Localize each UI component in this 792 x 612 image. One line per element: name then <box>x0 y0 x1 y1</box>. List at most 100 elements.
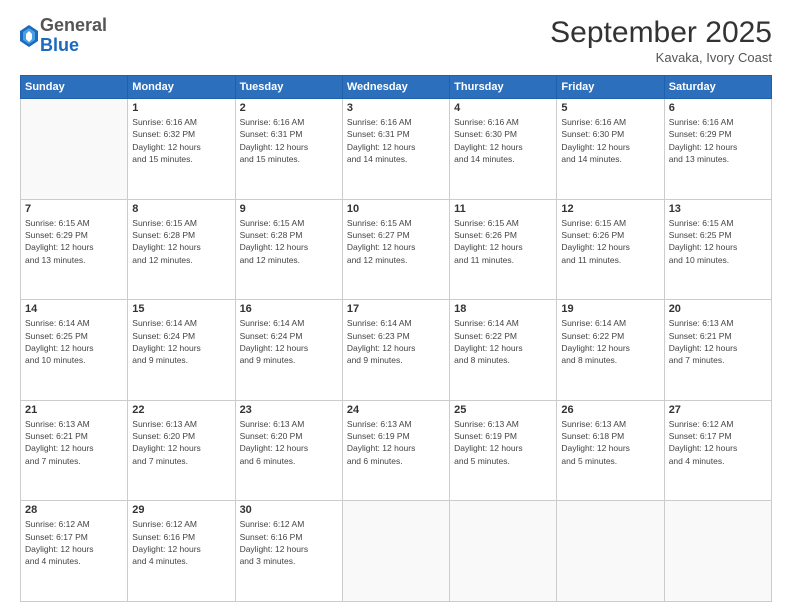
location: Kavaka, Ivory Coast <box>550 50 772 65</box>
calendar-cell <box>557 501 664 602</box>
calendar-cell: 2 Sunrise: 6:16 AM Sunset: 6:31 PM Daylig… <box>235 99 342 200</box>
calendar-cell: 30 Sunrise: 6:12 AM Sunset: 6:16 PM Dayli… <box>235 501 342 602</box>
calendar-cell: 21 Sunrise: 6:13 AM Sunset: 6:21 PM Dayli… <box>21 400 128 501</box>
calendar-cell: 12 Sunrise: 6:15 AM Sunset: 6:26 PM Dayli… <box>557 199 664 300</box>
day-info: Sunrise: 6:13 AM Sunset: 6:20 PM Dayligh… <box>240 418 338 467</box>
calendar-week-1: 1 Sunrise: 6:16 AM Sunset: 6:32 PM Daylig… <box>21 99 772 200</box>
calendar-header-monday: Monday <box>128 76 235 99</box>
logo-blue-text: Blue <box>40 35 79 55</box>
calendar-cell <box>21 99 128 200</box>
day-info: Sunrise: 6:13 AM Sunset: 6:20 PM Dayligh… <box>132 418 230 467</box>
calendar-cell <box>342 501 449 602</box>
day-number: 20 <box>669 303 767 315</box>
day-info: Sunrise: 6:15 AM Sunset: 6:27 PM Dayligh… <box>347 217 445 266</box>
day-number: 13 <box>669 203 767 215</box>
calendar-cell: 24 Sunrise: 6:13 AM Sunset: 6:19 PM Dayli… <box>342 400 449 501</box>
calendar-cell: 3 Sunrise: 6:16 AM Sunset: 6:31 PM Daylig… <box>342 99 449 200</box>
day-info: Sunrise: 6:14 AM Sunset: 6:24 PM Dayligh… <box>132 317 230 366</box>
day-number: 30 <box>240 504 338 516</box>
calendar-cell: 15 Sunrise: 6:14 AM Sunset: 6:24 PM Dayli… <box>128 300 235 401</box>
day-number: 16 <box>240 303 338 315</box>
logo-general-text: General <box>40 15 107 35</box>
day-number: 23 <box>240 404 338 416</box>
day-number: 15 <box>132 303 230 315</box>
day-number: 11 <box>454 203 552 215</box>
day-info: Sunrise: 6:14 AM Sunset: 6:24 PM Dayligh… <box>240 317 338 366</box>
calendar-cell: 1 Sunrise: 6:16 AM Sunset: 6:32 PM Daylig… <box>128 99 235 200</box>
day-info: Sunrise: 6:12 AM Sunset: 6:16 PM Dayligh… <box>240 518 338 567</box>
calendar-header-friday: Friday <box>557 76 664 99</box>
calendar-header-row: SundayMondayTuesdayWednesdayThursdayFrid… <box>21 76 772 99</box>
day-number: 1 <box>132 102 230 114</box>
day-info: Sunrise: 6:12 AM Sunset: 6:16 PM Dayligh… <box>132 518 230 567</box>
day-number: 6 <box>669 102 767 114</box>
calendar-table: SundayMondayTuesdayWednesdayThursdayFrid… <box>20 75 772 602</box>
calendar-cell: 18 Sunrise: 6:14 AM Sunset: 6:22 PM Dayli… <box>450 300 557 401</box>
calendar-cell: 17 Sunrise: 6:14 AM Sunset: 6:23 PM Dayli… <box>342 300 449 401</box>
calendar-cell: 25Sunrise: 6:13 AM Sunset: 6:19 PM Dayli… <box>450 400 557 501</box>
day-number: 19 <box>561 303 659 315</box>
day-info: Sunrise: 6:13 AM Sunset: 6:19 PM Dayligh… <box>347 418 445 467</box>
day-info: Sunrise: 6:14 AM Sunset: 6:22 PM Dayligh… <box>561 317 659 366</box>
day-info: Sunrise: 6:16 AM Sunset: 6:30 PM Dayligh… <box>561 116 659 165</box>
day-number: 5 <box>561 102 659 114</box>
day-number: 25 <box>454 404 552 416</box>
calendar-header-saturday: Saturday <box>664 76 771 99</box>
title-block: September 2025 Kavaka, Ivory Coast <box>550 16 772 65</box>
page: General Blue September 2025 Kavaka, Ivor… <box>0 0 792 612</box>
day-number: 9 <box>240 203 338 215</box>
logo-icon <box>20 25 38 47</box>
calendar-cell <box>664 501 771 602</box>
day-number: 27 <box>669 404 767 416</box>
day-info: Sunrise: 6:16 AM Sunset: 6:31 PM Dayligh… <box>347 116 445 165</box>
calendar-header-wednesday: Wednesday <box>342 76 449 99</box>
day-info: Sunrise: 6:12 AM Sunset: 6:17 PM Dayligh… <box>25 518 123 567</box>
calendar-cell: 8Sunrise: 6:15 AM Sunset: 6:28 PM Daylig… <box>128 199 235 300</box>
day-number: 8 <box>132 203 230 215</box>
header: General Blue September 2025 Kavaka, Ivor… <box>20 16 772 65</box>
day-info: Sunrise: 6:14 AM Sunset: 6:25 PM Dayligh… <box>25 317 123 366</box>
day-number: 7 <box>25 203 123 215</box>
day-number: 24 <box>347 404 445 416</box>
day-info: Sunrise: 6:14 AM Sunset: 6:23 PM Dayligh… <box>347 317 445 366</box>
calendar-week-5: 28 Sunrise: 6:12 AM Sunset: 6:17 PM Dayli… <box>21 501 772 602</box>
day-info: Sunrise: 6:15 AM Sunset: 6:28 PM Dayligh… <box>240 217 338 266</box>
calendar-cell: 4Sunrise: 6:16 AM Sunset: 6:30 PM Daylig… <box>450 99 557 200</box>
logo-text: General Blue <box>40 16 107 56</box>
calendar-header-tuesday: Tuesday <box>235 76 342 99</box>
calendar-cell: 26Sunrise: 6:13 AM Sunset: 6:18 PM Dayli… <box>557 400 664 501</box>
calendar-cell: 6Sunrise: 6:16 AM Sunset: 6:29 PM Daylig… <box>664 99 771 200</box>
day-info: Sunrise: 6:13 AM Sunset: 6:21 PM Dayligh… <box>25 418 123 467</box>
calendar-cell: 23 Sunrise: 6:13 AM Sunset: 6:20 PM Dayli… <box>235 400 342 501</box>
calendar-week-4: 21 Sunrise: 6:13 AM Sunset: 6:21 PM Dayli… <box>21 400 772 501</box>
day-info: Sunrise: 6:14 AM Sunset: 6:22 PM Dayligh… <box>454 317 552 366</box>
calendar-cell: 7Sunrise: 6:15 AM Sunset: 6:29 PM Daylig… <box>21 199 128 300</box>
day-info: Sunrise: 6:15 AM Sunset: 6:26 PM Dayligh… <box>561 217 659 266</box>
calendar-cell: 9 Sunrise: 6:15 AM Sunset: 6:28 PM Daylig… <box>235 199 342 300</box>
day-info: Sunrise: 6:16 AM Sunset: 6:32 PM Dayligh… <box>132 116 230 165</box>
day-number: 28 <box>25 504 123 516</box>
day-number: 12 <box>561 203 659 215</box>
day-number: 3 <box>347 102 445 114</box>
day-number: 21 <box>25 404 123 416</box>
calendar-cell: 28 Sunrise: 6:12 AM Sunset: 6:17 PM Dayli… <box>21 501 128 602</box>
day-number: 2 <box>240 102 338 114</box>
day-info: Sunrise: 6:15 AM Sunset: 6:26 PM Dayligh… <box>454 217 552 266</box>
calendar-header-sunday: Sunday <box>21 76 128 99</box>
day-number: 10 <box>347 203 445 215</box>
day-info: Sunrise: 6:12 AM Sunset: 6:17 PM Dayligh… <box>669 418 767 467</box>
day-number: 17 <box>347 303 445 315</box>
calendar-cell: 14Sunrise: 6:14 AM Sunset: 6:25 PM Dayli… <box>21 300 128 401</box>
calendar-week-3: 14Sunrise: 6:14 AM Sunset: 6:25 PM Dayli… <box>21 300 772 401</box>
month-title: September 2025 <box>550 16 772 50</box>
calendar-cell: 13Sunrise: 6:15 AM Sunset: 6:25 PM Dayli… <box>664 199 771 300</box>
day-info: Sunrise: 6:13 AM Sunset: 6:21 PM Dayligh… <box>669 317 767 366</box>
calendar-cell <box>450 501 557 602</box>
calendar-cell: 27 Sunrise: 6:12 AM Sunset: 6:17 PM Dayli… <box>664 400 771 501</box>
day-number: 29 <box>132 504 230 516</box>
day-info: Sunrise: 6:16 AM Sunset: 6:31 PM Dayligh… <box>240 116 338 165</box>
calendar-cell: 29 Sunrise: 6:12 AM Sunset: 6:16 PM Dayli… <box>128 501 235 602</box>
day-number: 26 <box>561 404 659 416</box>
day-number: 18 <box>454 303 552 315</box>
calendar-cell: 5 Sunrise: 6:16 AM Sunset: 6:30 PM Daylig… <box>557 99 664 200</box>
